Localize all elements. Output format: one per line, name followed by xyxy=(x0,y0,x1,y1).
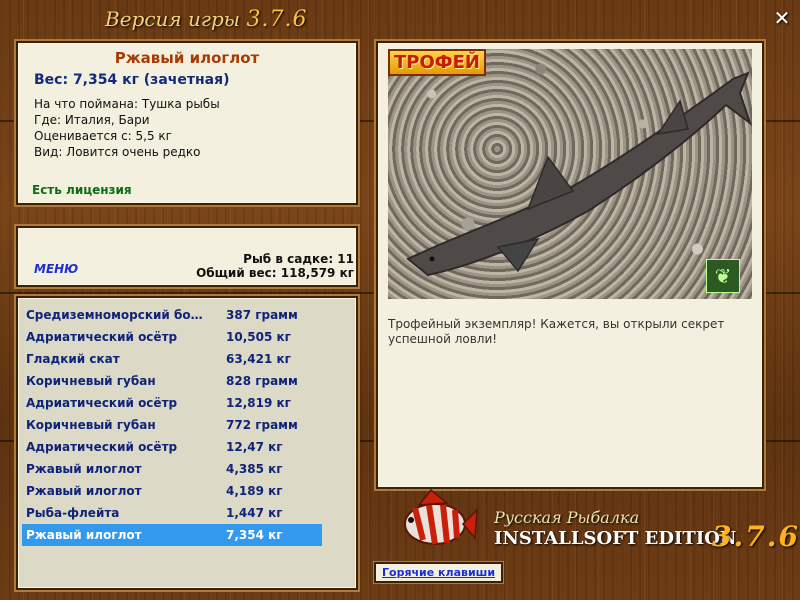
trophy-description: Трофейный экземпляр! Кажется, вы открыли… xyxy=(388,317,725,346)
catch-name: Средиземноморский бо… xyxy=(26,308,203,322)
catch-weight: 772 грамм xyxy=(226,418,298,432)
catch-weight: 12,819 кг xyxy=(226,396,291,410)
fish-info-panel: Ржавый илоглот Вес: 7,354 кг (зачетная) … xyxy=(16,41,358,205)
catch-weight: 7,354 кг xyxy=(226,528,283,542)
logo-line2: INSTALLSOFT EDITION xyxy=(494,528,737,549)
hotkeys-button[interactable]: Горячие клавиши xyxy=(374,562,504,583)
catch-name: Адриатический осётр xyxy=(26,440,178,454)
catch-name: Адриатический осётр xyxy=(26,330,178,344)
kind-line: Вид: Ловится очень редко xyxy=(34,145,201,159)
fish-logo-icon xyxy=(404,488,478,545)
catch-row[interactable]: Адриатический осётр 12,47 кг xyxy=(22,436,322,458)
logo-line1: Русская Рыбалка xyxy=(494,508,640,527)
fish-silhouette xyxy=(406,71,752,277)
fish-photo xyxy=(388,49,752,299)
catch-name: Адриатический осётр xyxy=(26,396,178,410)
close-icon[interactable]: ✕ xyxy=(770,6,794,30)
catch-row[interactable]: Коричневый губан 828 грамм xyxy=(22,370,322,392)
catch-row[interactable]: Коричневый губан 772 грамм xyxy=(22,414,322,436)
window-title: Версия игры 3.7.6 xyxy=(105,7,325,35)
location-line: Где: Италия, Бари xyxy=(34,113,150,127)
catch-weight: 12,47 кг xyxy=(226,440,283,454)
title-prefix: Версия игры xyxy=(105,7,241,31)
catch-weight: 828 грамм xyxy=(226,374,298,388)
rated-from-line: Оценивается с: 5,5 кг xyxy=(34,129,172,143)
catch-row[interactable]: Рыба-флейта 1,447 кг xyxy=(22,502,322,524)
license-status: Есть лицензия xyxy=(32,183,132,197)
trophy-badge: ТРОФЕЙ xyxy=(388,49,486,76)
fish-name: Ржавый илоглот xyxy=(114,49,260,67)
catch-row[interactable]: Ржавый илоглот 4,385 кг xyxy=(22,458,322,480)
catch-name: Ржавый илоглот xyxy=(26,462,142,476)
catch-row[interactable]: Адриатический осётр 12,819 кг xyxy=(22,392,322,414)
fish-weight: Вес: 7,354 кг (зачетная) xyxy=(34,72,230,88)
catch-name: Ржавый илоглот xyxy=(26,484,142,498)
catch-weight: 63,421 кг xyxy=(226,352,291,366)
trophy-panel: ТРОФЕЙ ❦ Трофейный экземпляр! Кажется, в… xyxy=(376,41,764,489)
catch-list: Средиземноморский бо… 387 грамм Адриатич… xyxy=(16,296,358,590)
catch-name: Гладкий скат xyxy=(26,352,120,366)
bait-line: На что поймана: Тушка рыбы xyxy=(34,97,220,111)
catch-weight: 10,505 кг xyxy=(226,330,291,344)
menu-button[interactable]: МЕНЮ xyxy=(34,262,78,276)
catch-row[interactable]: Ржавый илоглот 4,189 кг xyxy=(22,480,322,502)
catch-row[interactable]: Адриатический осётр 10,505 кг xyxy=(22,326,322,348)
title-version: 3.7.6 xyxy=(246,7,308,32)
catch-name: Ржавый илоглот xyxy=(26,528,142,542)
catch-weight: 387 грамм xyxy=(226,308,298,322)
catch-row[interactable]: Средиземноморский бо… 387 грамм xyxy=(22,304,322,326)
catch-row[interactable]: Ржавый илоглот 7,354 кг xyxy=(22,524,322,546)
catch-row[interactable]: Гладкий скат 63,421 кг xyxy=(22,348,322,370)
catch-name: Коричневый губан xyxy=(26,418,156,432)
total-weight: Общий вес: 118,579 кг xyxy=(196,266,354,280)
catch-name: Коричневый губан xyxy=(26,374,156,388)
butterfly-icon: ❦ xyxy=(706,259,740,293)
catch-weight: 4,189 кг xyxy=(226,484,283,498)
logo-version: 3.7.6 xyxy=(712,520,800,553)
summary-panel: МЕНЮ Рыб в садке: 11 Общий вес: 118,579 … xyxy=(16,226,358,287)
catch-name: Рыба-флейта xyxy=(26,506,120,520)
catch-weight: 1,447 кг xyxy=(226,506,283,520)
catch-weight: 4,385 кг xyxy=(226,462,283,476)
fish-count: Рыб в садке: 11 xyxy=(243,252,354,266)
